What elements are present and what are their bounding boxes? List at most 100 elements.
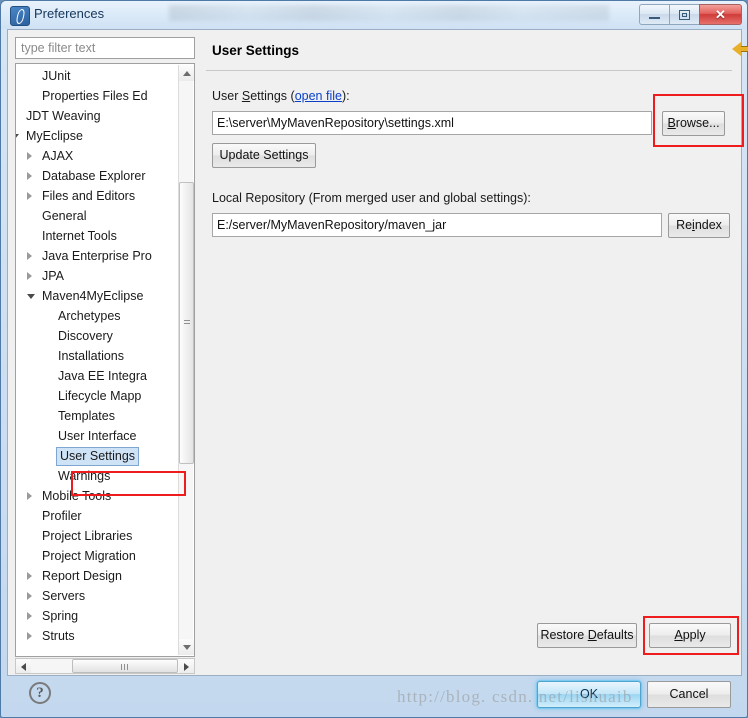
scroll-down-button[interactable] [179, 639, 194, 655]
reindex-button[interactable]: Reindex [668, 213, 730, 238]
scroll-left-button[interactable] [16, 659, 31, 673]
tree-item-label: AJAX [42, 149, 74, 163]
scroll-right-button[interactable] [179, 659, 194, 673]
background-blur [169, 5, 609, 21]
tree-item-project-migration[interactable]: Project Migration [40, 546, 138, 566]
tree-item-installations[interactable]: Installations [56, 346, 126, 366]
tree-item-files-and-editors[interactable]: Files and Editors [27, 186, 137, 206]
tree-item-project-libraries[interactable]: Project Libraries [40, 526, 134, 546]
tree-item-myeclipse[interactable]: MyEclipse [16, 126, 85, 146]
tree-item-archetypes[interactable]: Archetypes [56, 306, 123, 326]
minimize-button[interactable] [639, 4, 669, 25]
tree-item-user-interface[interactable]: User Interface [56, 426, 139, 446]
chevron-up-icon [183, 71, 191, 76]
tree-items: JUnit Properties Files Ed JDT Weaving MyEcl… [16, 64, 179, 641]
tree-item-java-enterprise-pro[interactable]: Java Enterprise Pro [27, 246, 154, 266]
scroll-up-button[interactable] [179, 65, 194, 81]
triangle-right-icon[interactable] [27, 272, 32, 280]
tree-item-ajax[interactable]: AJAX [27, 146, 75, 166]
tree-item-maven4myeclipse[interactable]: Maven4MyEclipse [27, 286, 145, 306]
tree-item-user-settings[interactable]: User Settings [56, 446, 140, 466]
tree-item-report-design[interactable]: Report Design [27, 566, 124, 586]
triangle-down-icon[interactable] [27, 294, 35, 299]
maximize-icon [679, 10, 690, 20]
user-settings-label: User Settings (open file): [212, 89, 350, 103]
tree-item-discovery[interactable]: Discovery [56, 326, 115, 346]
tree-item-lifecycle-mapp[interactable]: Lifecycle Mapp [56, 386, 143, 406]
preferences-window: Preferences ✕ type filter text JUnit Prop… [0, 0, 748, 718]
close-button[interactable]: ✕ [699, 4, 742, 25]
chevron-right-icon [184, 663, 189, 671]
tree-vertical-scrollbar[interactable] [178, 65, 194, 655]
triangle-right-icon[interactable] [27, 632, 32, 640]
tree-item-label: Files and Editors [42, 189, 136, 203]
tree-item-database-explorer[interactable]: Database Explorer [27, 166, 148, 186]
browse-highlight [653, 94, 744, 147]
tree-item-label: Internet Tools [42, 229, 117, 243]
triangle-right-icon[interactable] [27, 192, 32, 200]
user-settings-highlight [71, 471, 186, 496]
page-title: User Settings [212, 43, 300, 58]
tree-item-label: Spring [42, 609, 79, 623]
triangle-down-icon[interactable] [16, 134, 19, 139]
tree-item-label: MyEclipse [26, 129, 83, 143]
triangle-right-icon[interactable] [27, 172, 32, 180]
tree-item-label: JDT Weaving [26, 109, 101, 123]
triangle-right-icon[interactable] [27, 612, 32, 620]
myeclipse-icon [10, 6, 30, 26]
local-repository-input[interactable]: E:/server/MyMavenRepository/maven_jar [212, 213, 662, 237]
title-divider [206, 70, 732, 71]
watermark-text: http://blog. csdn. net/lishuaib [397, 687, 633, 706]
dialog-body: type filter text JUnit Properties Files E… [7, 29, 748, 713]
triangle-right-icon[interactable] [27, 252, 32, 260]
tree-item-internet-tools[interactable]: Internet Tools [40, 226, 119, 246]
back-arrow-icon [732, 41, 748, 57]
content-area: type filter text JUnit Properties Files E… [7, 29, 748, 676]
minimize-icon [649, 17, 660, 19]
triangle-right-icon[interactable] [27, 592, 32, 600]
tree-item-label: Templates [58, 409, 115, 423]
help-icon[interactable]: ? [29, 682, 51, 704]
tree-item-label: User Settings [56, 447, 140, 466]
hscrollbar-thumb[interactable] [72, 659, 178, 673]
triangle-right-icon[interactable] [27, 152, 32, 160]
close-icon: ✕ [715, 7, 726, 22]
tree-item-label: Servers [42, 589, 86, 603]
tree-horizontal-scrollbar[interactable] [15, 658, 195, 674]
triangle-right-icon[interactable] [27, 572, 32, 580]
cancel-button[interactable]: Cancel [647, 681, 731, 708]
chevron-left-icon [21, 663, 26, 671]
tree-item-junit[interactable]: JUnit [40, 66, 72, 86]
filter-input[interactable]: type filter text [15, 37, 195, 59]
local-repository-label: Local Repository (From merged user and g… [212, 191, 531, 205]
tree-item-templates[interactable]: Templates [56, 406, 117, 426]
tree-item-label: JPA [42, 269, 64, 283]
preferences-tree[interactable]: JUnit Properties Files Ed JDT Weaving MyEcl… [15, 63, 195, 657]
back-button[interactable] [732, 41, 748, 57]
user-settings-path-input[interactable]: E:\server\MyMavenRepository\settings.xml [212, 111, 652, 135]
tree-item-spring[interactable]: Spring [27, 606, 80, 626]
open-file-link[interactable]: open file [295, 89, 342, 103]
tree-item-jdt-weaving[interactable]: JDT Weaving [24, 106, 103, 126]
filter-placeholder: type filter text [21, 41, 96, 55]
tree-item-struts[interactable]: Struts [27, 626, 77, 641]
title-bar: Preferences ✕ [1, 1, 747, 29]
triangle-right-icon[interactable] [27, 492, 32, 500]
maximize-button[interactable] [669, 4, 699, 25]
tree-item-label: Project Migration [42, 549, 136, 563]
tree-item-profiler[interactable]: Profiler [40, 506, 84, 526]
tree-item-jpa[interactable]: JPA [27, 266, 66, 286]
tree-item-servers[interactable]: Servers [27, 586, 87, 606]
tree-item-label: Java EE Integra [58, 369, 147, 383]
window-title: Preferences [34, 6, 105, 21]
tree-item-java-ee-integra[interactable]: Java EE Integra [56, 366, 149, 386]
scrollbar-thumb[interactable] [179, 182, 194, 464]
tree-item-label: Struts [42, 629, 75, 641]
tree-item-label: Maven4MyEclipse [42, 289, 144, 303]
tree-item-properties-files-ed[interactable]: Properties Files Ed [40, 86, 150, 106]
apply-highlight [643, 616, 739, 655]
restore-defaults-button[interactable]: Restore Defaults [537, 623, 637, 648]
update-settings-button[interactable]: Update Settings [212, 143, 316, 168]
tree-item-general[interactable]: General [40, 206, 88, 226]
window-controls: ✕ [639, 4, 742, 25]
